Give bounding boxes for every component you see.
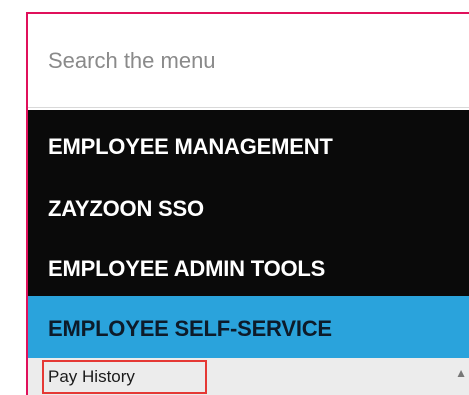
menu-item-active-container: EMPLOYEE SELF-SERVICE	[28, 296, 469, 358]
menu-item-zayzoon-sso[interactable]: ZAYZOON SSO	[48, 196, 204, 222]
navigation-menu-panel: EMPLOYEE MANAGEMENT ZAYZOON SSO EMPLOYEE…	[26, 12, 469, 395]
caret-up-icon: ▲	[455, 366, 467, 380]
submenu-item-pay-history[interactable]: Pay History	[42, 360, 207, 394]
menu-item-employee-admin-tools[interactable]: EMPLOYEE ADMIN TOOLS	[48, 256, 325, 282]
menu-search-input[interactable]	[48, 44, 428, 78]
menu-item-employee-self-service[interactable]: EMPLOYEE SELF-SERVICE	[48, 316, 332, 342]
screenshot-frame: EMPLOYEE MANAGEMENT ZAYZOON SSO EMPLOYEE…	[0, 0, 469, 395]
menu-search-container	[28, 14, 469, 108]
menu-item-employee-management[interactable]: EMPLOYEE MANAGEMENT	[48, 134, 333, 160]
submenu-list: Pay History ▲	[28, 358, 469, 395]
menu-section-list: EMPLOYEE MANAGEMENT ZAYZOON SSO EMPLOYEE…	[28, 110, 469, 296]
